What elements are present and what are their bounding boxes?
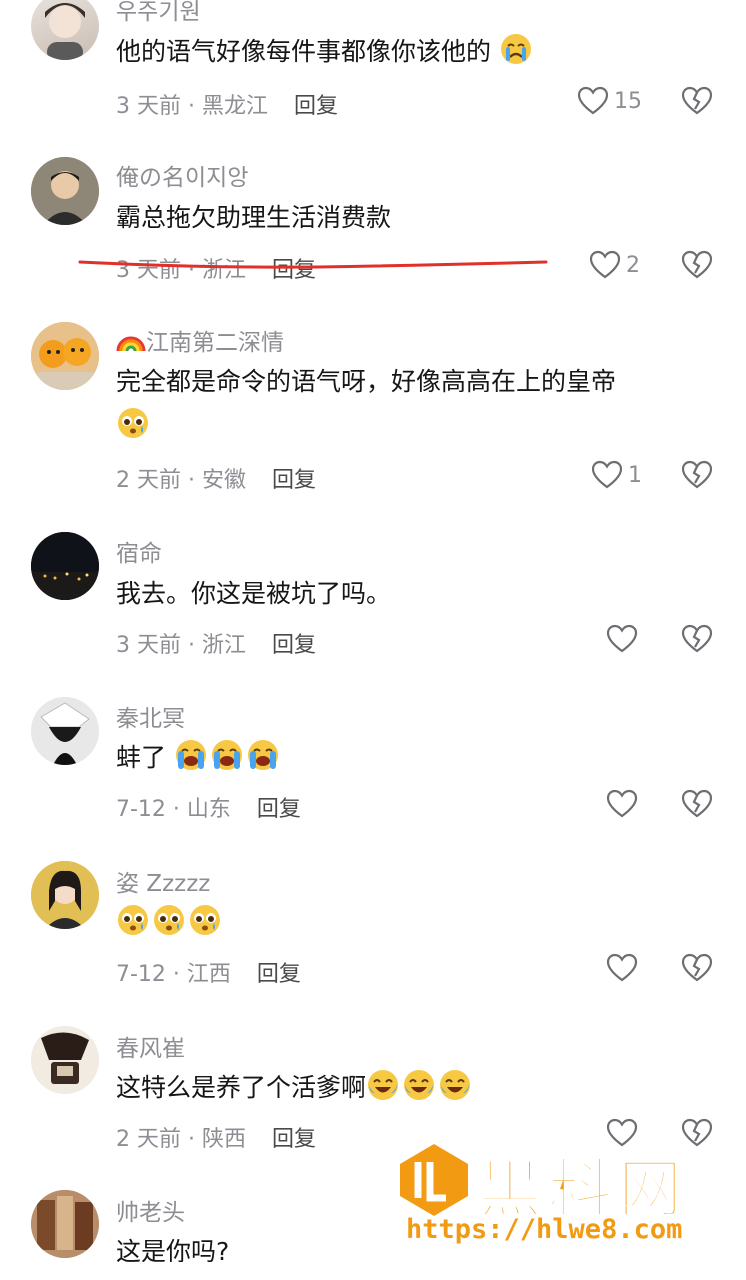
comment-meta: 7-12 · 江西 回复: [116, 956, 301, 988]
comment-text: 霸总拖欠助理生活消费款: [116, 196, 716, 240]
reply-button[interactable]: 回复: [272, 468, 316, 493]
like-count: 2: [626, 252, 640, 278]
avatar[interactable]: [31, 322, 99, 390]
comment-text: [116, 901, 716, 945]
heart-icon: [589, 250, 621, 279]
comment-meta: 2 天前 · 陕西 回复: [116, 1121, 316, 1153]
loudly-crying-face-emoji-icon: [211, 740, 242, 770]
bottom-input-bar: [0, 1262, 746, 1280]
username[interactable]: 春风崔: [116, 1029, 185, 1063]
reply-button[interactable]: 回复: [272, 1127, 316, 1152]
pleading-face-emoji-icon: [154, 905, 184, 935]
heart-icon: [591, 460, 623, 489]
heart-icon: [606, 953, 638, 982]
username[interactable]: 姿 Zzzzz: [116, 864, 210, 898]
dislike-broken-heart-icon[interactable]: [680, 248, 714, 282]
heart-icon: [577, 86, 609, 115]
avatar[interactable]: [31, 532, 99, 600]
reply-button[interactable]: 回复: [257, 797, 301, 822]
like-button[interactable]: [605, 622, 639, 656]
comment-text-content: 他的语气好像每件事都像你该他的: [116, 37, 492, 66]
username[interactable]: 秦北冥: [116, 699, 185, 733]
comment-time-location: 3 天前 · 浙江: [116, 633, 246, 658]
comment-meta: 3 天前 · 浙江 回复: [116, 627, 316, 659]
crying-face-emoji-icon: [500, 34, 531, 64]
like-button[interactable]: [605, 787, 639, 821]
comment-meta: 3 天前 · 黑龙江 回复: [116, 88, 338, 120]
heart-icon: [606, 789, 638, 818]
username[interactable]: 帅老头: [116, 1193, 185, 1227]
like-button[interactable]: [605, 951, 639, 985]
watermark-overlay: 黑料网 https://hlwe8.com: [394, 1138, 730, 1252]
comment-text: 他的语气好像每件事都像你该他的: [116, 30, 716, 74]
rainbow-icon: [116, 336, 146, 352]
loudly-crying-face-emoji-icon: [175, 740, 206, 770]
comment-text: 这特么是养了个活爹啊: [116, 1066, 716, 1110]
dislike-broken-heart-icon[interactable]: [680, 787, 714, 821]
comment-time-location: 7-12 · 江西: [116, 962, 231, 987]
username[interactable]: 우주기원: [116, 0, 201, 26]
watermark-logo-icon: [400, 1144, 468, 1216]
pleading-face-emoji-icon: [190, 905, 220, 935]
avatar[interactable]: [31, 0, 99, 60]
like-button[interactable]: 2: [588, 248, 640, 282]
tears-of-joy-emoji-icon: [368, 1070, 399, 1100]
reply-button[interactable]: 回复: [272, 258, 316, 283]
username[interactable]: 江南第二深情: [116, 323, 284, 357]
username[interactable]: 宿命: [116, 534, 162, 568]
tears-of-joy-emoji-icon: [404, 1070, 435, 1100]
comment-text-content: 我去。你这是被坑了吗。: [116, 579, 392, 608]
pleading-face-emoji-icon: [118, 905, 148, 935]
dislike-broken-heart-icon[interactable]: [680, 622, 714, 656]
comment-time-location: 2 天前 · 安徽: [116, 468, 246, 493]
like-count: 15: [614, 88, 642, 114]
watermark-url: https://hlwe8.com: [406, 1214, 683, 1245]
loudly-crying-face-emoji-icon: [247, 740, 278, 770]
avatar[interactable]: [31, 861, 99, 929]
comment-meta: 2 天前 · 安徽 回复: [116, 462, 316, 494]
comment-text-content: 霸总拖欠助理生活消费款: [116, 203, 392, 232]
comment-text-content: 这特么是养了个活爹啊: [116, 1073, 367, 1102]
reply-button[interactable]: 回复: [294, 94, 338, 119]
comment-text-content: 蚌了: [116, 743, 167, 772]
comment-meta: 3 天前 · 浙江 回复: [116, 252, 316, 284]
avatar[interactable]: [31, 697, 99, 765]
username-text: 江南第二深情: [146, 330, 284, 356]
like-count: 1: [628, 462, 642, 488]
comment-time-location: 2 天前 · 陕西: [116, 1127, 246, 1152]
tears-of-joy-emoji-icon: [440, 1070, 471, 1100]
comment-text: 完全都是命令的语气呀，好像高高在上的皇帝: [116, 360, 716, 448]
pleading-face-emoji-icon: [118, 408, 148, 438]
like-button[interactable]: 1: [590, 458, 642, 492]
comment-time-location: 3 天前 · 黑龙江: [116, 94, 268, 119]
comment-text: 我去。你这是被坑了吗。: [116, 572, 716, 616]
comment-text: 蚌了: [116, 736, 716, 780]
comment-time-location: 7-12 · 山东: [116, 797, 231, 822]
heart-icon: [606, 624, 638, 653]
dislike-broken-heart-icon[interactable]: [680, 951, 714, 985]
comment-list-screen: 우주기원 他的语气好像每件事都像你该他的 3 天前 · 黑龙江 回复 15 俺の名…: [0, 0, 746, 1280]
comment-meta: 7-12 · 山东 回复: [116, 791, 301, 823]
username[interactable]: 俺の名이지앙: [116, 158, 248, 192]
like-button[interactable]: 15: [576, 84, 642, 118]
dislike-broken-heart-icon[interactable]: [680, 458, 714, 492]
reply-button[interactable]: 回复: [257, 962, 301, 987]
avatar[interactable]: [31, 157, 99, 225]
avatar[interactable]: [31, 1190, 99, 1258]
reply-button[interactable]: 回复: [272, 633, 316, 658]
comment-text-content: 完全都是命令的语气呀，好像高高在上的皇帝: [116, 367, 617, 396]
dislike-broken-heart-icon[interactable]: [680, 84, 714, 118]
avatar[interactable]: [31, 1026, 99, 1094]
comment-time-location: 3 天前 · 浙江: [116, 258, 246, 283]
